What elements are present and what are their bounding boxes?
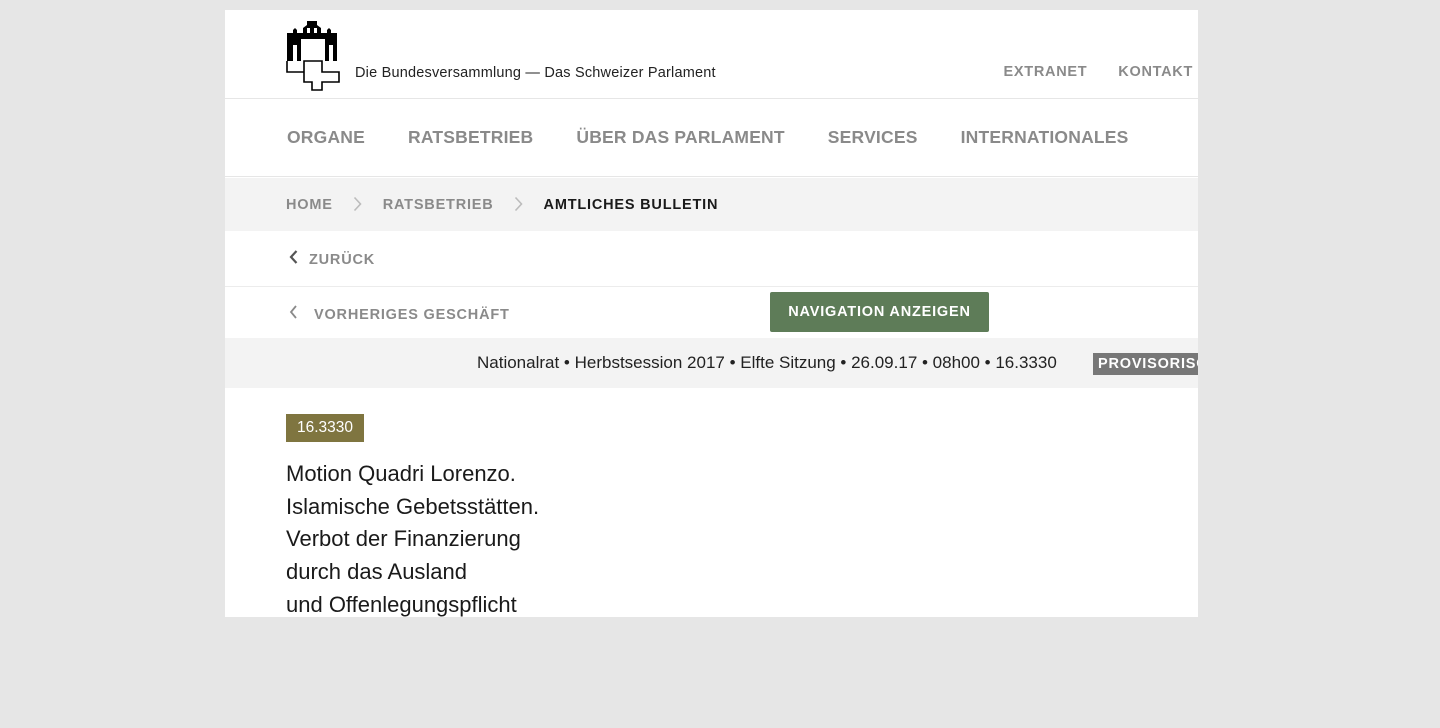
- geschaeft-title: Motion Quadri Lorenzo. Islamische Gebets…: [286, 458, 539, 617]
- breadcrumb-ratsbetrieb[interactable]: RATSBETRIEB: [383, 197, 494, 213]
- geschaeft-title-line: Islamische Gebetsstätten.: [286, 493, 540, 519]
- chevron-right-icon: [494, 196, 544, 214]
- geschaeft-title-line: Verbot der Finanzierung: [286, 526, 521, 552]
- main-navigation: ORGANE RATSBETRIEB ÜBER DAS PARLAMENT SE…: [225, 99, 1198, 177]
- back-link[interactable]: ZURÜCK: [289, 249, 375, 270]
- geschaeft-title-line: durch das Ausland: [286, 559, 468, 585]
- session-info-bar: Nationalrat • Herbstsession 2017 • Elfte…: [225, 338, 1198, 388]
- chevron-left-icon: [289, 249, 298, 270]
- page-container: Die Bundesversammlung — Das Schweizer Pa…: [225, 10, 1198, 617]
- geschaeft-title-line: und Offenlegungspflicht: [286, 591, 517, 617]
- nav-item-organe[interactable]: ORGANE: [287, 127, 365, 148]
- nav-item-ratsbetrieb[interactable]: RATSBETRIEB: [408, 127, 533, 148]
- geschaeft-navigation: VORHERIGES GESCHÄFT NAVIGATION ANZEIGEN: [225, 287, 1198, 338]
- back-label: ZURÜCK: [309, 251, 376, 268]
- nav-item-ueber-das-parlament[interactable]: ÜBER DAS PARLAMENT: [576, 127, 784, 148]
- previous-geschaeft-label: VORHERIGES GESCHÄFT: [314, 306, 510, 323]
- site-header: Die Bundesversammlung — Das Schweizer Pa…: [225, 10, 1198, 99]
- kontakt-link[interactable]: KONTAKT: [1118, 64, 1193, 80]
- breadcrumb-home[interactable]: HOME: [286, 197, 333, 213]
- parliament-logo[interactable]: [285, 19, 341, 91]
- previous-geschaeft-link[interactable]: VORHERIGES GESCHÄFT: [289, 304, 510, 325]
- chevron-right-icon: [333, 196, 383, 214]
- nav-item-services[interactable]: SERVICES: [828, 127, 918, 148]
- parliament-building-cross-icon: [286, 21, 340, 91]
- status-badge: PROVISORISC: [1093, 353, 1198, 375]
- nav-item-internationales[interactable]: INTERNATIONALES: [961, 127, 1129, 148]
- meta-navigation: EXTRANET KONTAKT: [1004, 64, 1193, 80]
- breadcrumb-amtliches-bulletin: AMTLICHES BULLETIN: [543, 196, 719, 213]
- session-info: Nationalrat • Herbstsession 2017 • Elfte…: [477, 353, 1057, 372]
- show-navigation-button[interactable]: NAVIGATION ANZEIGEN: [770, 292, 989, 332]
- geschaeft-title-line: Motion Quadri Lorenzo.: [286, 461, 516, 486]
- extranet-link[interactable]: EXTRANET: [1004, 64, 1088, 80]
- site-title: Die Bundesversammlung — Das Schweizer Pa…: [355, 65, 716, 81]
- chevron-left-icon: [289, 304, 298, 325]
- breadcrumb: HOME RATSBETRIEB AMTLICHES BULLETIN: [225, 178, 1198, 231]
- back-row: ZURÜCK: [225, 232, 1198, 287]
- geschaeft-number-badge: 16.3330: [286, 414, 365, 442]
